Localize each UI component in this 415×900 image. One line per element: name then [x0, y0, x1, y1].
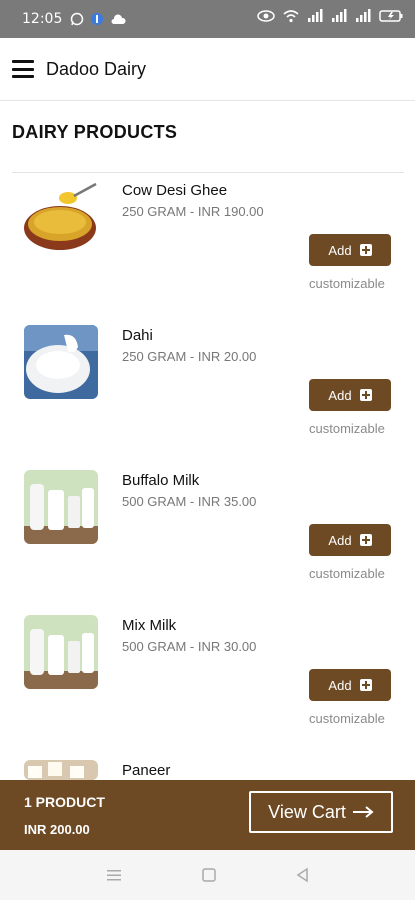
product-item: Dahi 250 GRAM - INR 20.00 Add customizab…	[0, 325, 415, 470]
add-button-label: Add	[328, 242, 352, 258]
whatsapp-icon	[71, 12, 84, 26]
status-right-icons	[257, 9, 405, 23]
product-price: 500 GRAM - INR 35.00	[122, 494, 257, 509]
app-title: Dadoo Dairy	[46, 58, 147, 79]
plus-icon	[359, 679, 372, 691]
product-name: Dahi	[122, 327, 153, 344]
view-cart-button[interactable]: View Cart	[249, 791, 393, 833]
add-button[interactable]: Add	[309, 234, 391, 266]
signal-icon	[308, 9, 323, 22]
product-image	[24, 470, 98, 544]
notification-badge-icon	[91, 13, 104, 25]
add-button[interactable]: Add	[309, 669, 391, 701]
plus-icon	[359, 244, 372, 256]
customizable-label: customizable	[309, 276, 385, 291]
cart-bar: 1 PRODUCT INR 200.00 View Cart	[0, 780, 415, 850]
add-button-label: Add	[328, 677, 352, 693]
section-title: DAIRY PRODUCTS	[12, 122, 178, 142]
plus-icon	[359, 389, 372, 401]
wifi-icon	[283, 10, 299, 23]
add-button[interactable]: Add	[309, 379, 391, 411]
recents-menu-icon[interactable]	[105, 868, 123, 882]
product-image	[24, 180, 98, 254]
status-left-icons	[70, 12, 126, 26]
add-button[interactable]: Add	[309, 524, 391, 556]
product-name: Paneer	[122, 762, 171, 779]
view-cart-label: View Cart	[268, 801, 346, 822]
customizable-label: customizable	[309, 421, 385, 436]
product-price: 500 GRAM - INR 30.00	[122, 639, 257, 654]
cart-count: 1 PRODUCT	[24, 794, 105, 810]
product-image	[24, 615, 98, 689]
customizable-label: customizable	[309, 711, 385, 726]
app-bar: Dadoo Dairy	[0, 38, 415, 101]
home-icon[interactable]	[201, 867, 217, 883]
arrow-right-icon	[352, 806, 374, 818]
battery-icon	[379, 10, 403, 22]
product-price: 250 GRAM - INR 20.00	[122, 349, 257, 364]
product-item: Buffalo Milk 500 GRAM - INR 35.00 Add cu…	[0, 470, 415, 615]
plus-icon	[359, 534, 372, 546]
product-item: Paneer	[0, 760, 415, 780]
cloud-icon	[111, 14, 126, 24]
product-name: Buffalo Milk	[122, 472, 200, 489]
product-name: Mix Milk	[122, 617, 177, 634]
signal-icon-3	[356, 9, 371, 22]
product-price: 250 GRAM - INR 190.00	[122, 204, 264, 219]
customizable-label: customizable	[309, 566, 385, 581]
system-nav-bar	[0, 850, 415, 900]
signal-icon-2	[332, 9, 347, 22]
product-item: Mix Milk 500 GRAM - INR 30.00 Add custom…	[0, 615, 415, 760]
product-image	[24, 325, 98, 399]
menu-icon[interactable]	[12, 60, 34, 78]
status-bar: 12:05	[0, 0, 415, 38]
product-image	[24, 760, 98, 780]
status-time: 12:05	[22, 11, 63, 27]
add-button-label: Add	[328, 387, 352, 403]
eye-icon	[257, 10, 275, 22]
product-name: Cow Desi Ghee	[122, 182, 228, 199]
product-item: Cow Desi Ghee 250 GRAM - INR 190.00 Add …	[0, 180, 415, 325]
section-divider	[12, 172, 404, 173]
add-button-label: Add	[328, 532, 352, 548]
back-icon[interactable]	[295, 867, 311, 883]
cart-total: INR 200.00	[24, 822, 90, 837]
